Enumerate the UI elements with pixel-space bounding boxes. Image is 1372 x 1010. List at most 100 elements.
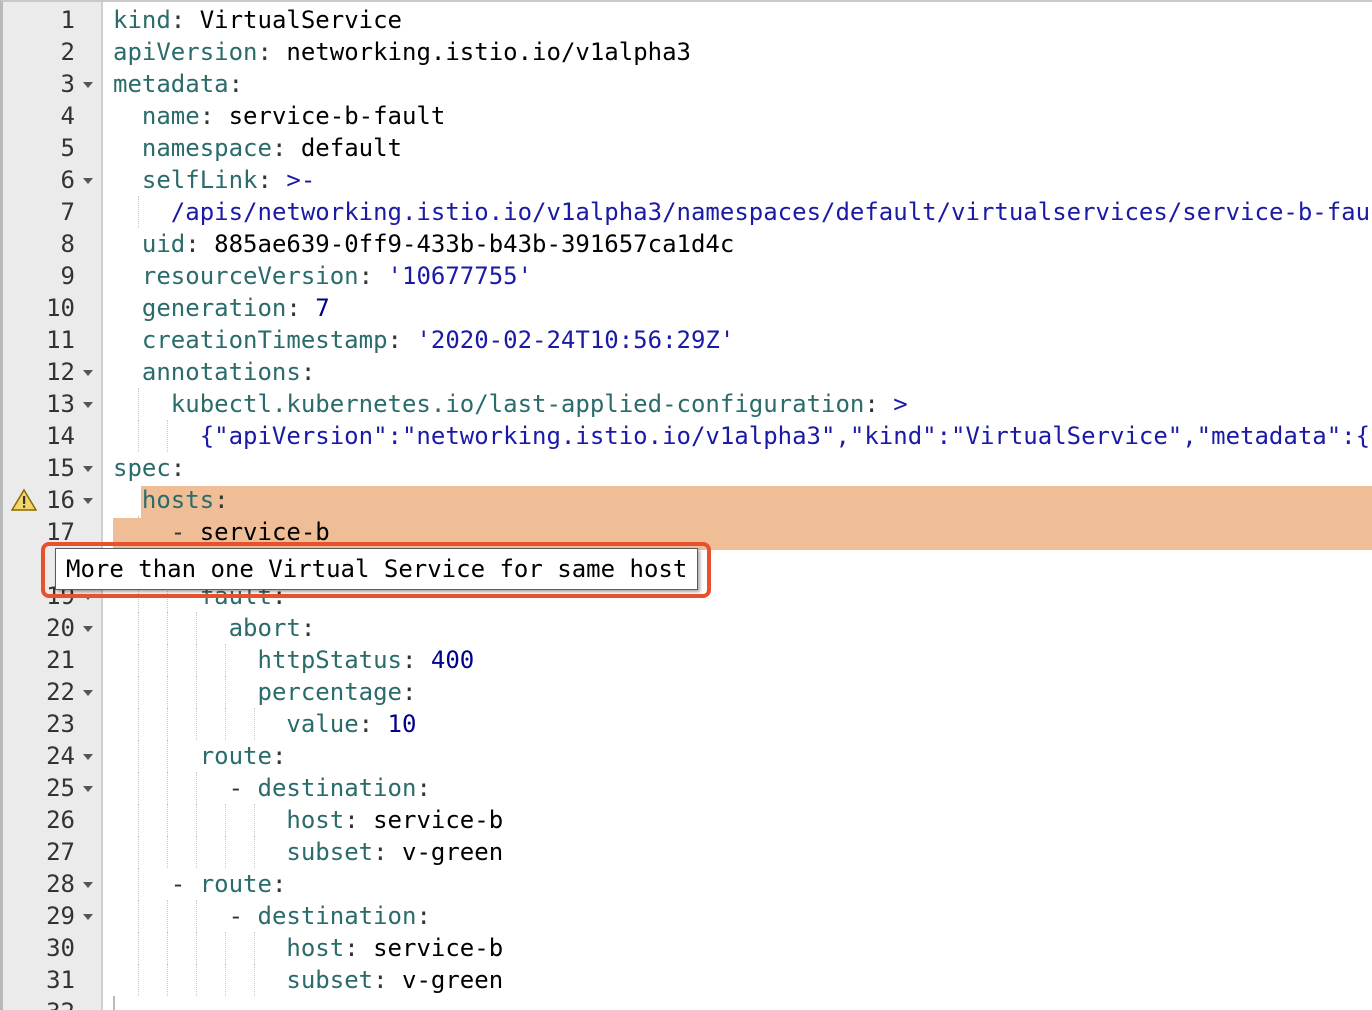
code-line[interactable]: subset: v-green	[286, 964, 503, 996]
yaml-punct: :	[286, 294, 316, 322]
fold-toggle-icon[interactable]	[83, 178, 93, 184]
code-line[interactable]: abort:	[229, 612, 316, 644]
indent-guide	[166, 676, 168, 708]
indent-guide	[137, 868, 139, 900]
line-number: 4	[60, 102, 75, 130]
yaml-str: '10677755'	[387, 262, 533, 290]
line-number: 20	[46, 614, 75, 642]
fold-toggle-icon[interactable]	[83, 914, 93, 920]
code-line[interactable]: uid: 885ae639-0ff9-433b-b43b-391657ca1d4…	[142, 228, 734, 260]
indent-guide	[137, 644, 139, 676]
gutter-line: 1	[3, 4, 101, 36]
yaml-num: 400	[430, 646, 475, 674]
yaml-punct: :	[271, 870, 287, 898]
code-line[interactable]: value: 10	[286, 708, 416, 740]
indent-guide	[195, 964, 197, 996]
indent-guide	[137, 612, 139, 644]
code-line[interactable]: subset: v-green	[286, 836, 503, 868]
indent-guide	[195, 804, 197, 836]
indent-guide	[137, 900, 139, 932]
code-line[interactable]: generation: 7	[142, 292, 330, 324]
line-number: 14	[46, 422, 75, 450]
yaml-punct: :	[185, 230, 215, 258]
indent-guide	[195, 900, 197, 932]
code-line[interactable]: - destination:	[229, 772, 431, 804]
code-line[interactable]: httpStatus: 400	[258, 644, 475, 676]
indent-guide	[166, 836, 168, 868]
code-line[interactable]: metadata:	[113, 68, 243, 100]
code-line[interactable]: apiVersion: networking.istio.io/v1alpha3	[113, 36, 691, 68]
code-line[interactable]: route:	[200, 740, 287, 772]
code-line[interactable]: annotations:	[142, 356, 315, 388]
line-number: 12	[46, 358, 75, 386]
yaml-punct: :	[271, 134, 301, 162]
yaml-key: value	[286, 710, 359, 738]
code-line[interactable]: - route:	[171, 868, 287, 900]
line-number: 11	[46, 326, 75, 354]
fold-toggle-icon[interactable]	[83, 882, 93, 888]
code-line[interactable]: percentage:	[258, 676, 417, 708]
yaml-punct: -	[170, 870, 200, 898]
gutter-line: 29	[3, 900, 101, 932]
yaml-punct: :	[416, 902, 431, 930]
yaml-num: 7	[315, 294, 330, 322]
fold-toggle-icon[interactable]	[83, 466, 93, 472]
code-line[interactable]: hosts:	[142, 484, 229, 516]
code-line[interactable]: {"apiVersion":"networking.istio.io/v1alp…	[200, 420, 1372, 452]
fold-toggle-icon[interactable]	[83, 498, 93, 504]
line-number: 7	[60, 198, 75, 226]
yaml-punct: :	[170, 454, 186, 482]
warning-icon[interactable]	[11, 488, 37, 512]
yaml-punct: :	[402, 646, 431, 674]
line-number: 8	[60, 230, 75, 258]
line-number: 32	[46, 996, 75, 1010]
yaml-punct: :	[358, 262, 388, 290]
code-area[interactable]: kind: VirtualService apiVersion: networki…	[113, 2, 1372, 1010]
code-line[interactable]: host: service-b	[286, 804, 503, 836]
indent-guide	[253, 836, 255, 868]
code-line[interactable]: kubectl.kubernetes.io/last-applied-confi…	[171, 388, 908, 420]
code-line[interactable]: - destination:	[229, 900, 431, 932]
code-line[interactable]: spec:	[113, 452, 185, 484]
line-number-gutter: 1 2 3 4 5 6 7 8 9 10 11 12 13 14 15 16 17 19 20 21 22 23 24 25 2…	[3, 2, 103, 1010]
code-line[interactable]: /apis/networking.istio.io/v1alpha3/names…	[171, 196, 1372, 228]
code-editor[interactable]: 1 2 3 4 5 6 7 8 9 10 11 12 13 14 15 16 17 19 20 21 22 23 24 25 2…	[0, 0, 1372, 1010]
yaml-punct: :	[387, 326, 417, 354]
gutter-line: 13	[3, 388, 101, 420]
gutter-line: 22	[3, 676, 101, 708]
yaml-key: route	[199, 870, 272, 898]
yaml-punct: :	[402, 678, 417, 706]
indent-guide	[137, 772, 139, 804]
yaml-key: spec	[113, 454, 171, 482]
code-line[interactable]: creationTimestamp: '2020-02-24T10:56:29Z…	[142, 324, 734, 356]
fold-toggle-icon[interactable]	[83, 786, 93, 792]
fold-toggle-icon[interactable]	[83, 370, 93, 376]
fold-toggle-icon[interactable]	[83, 626, 93, 632]
fold-toggle-icon[interactable]	[83, 690, 93, 696]
yaml-key: annotations	[141, 358, 301, 386]
code-line[interactable]: name: service-b-fault	[142, 100, 445, 132]
indent-guide	[166, 900, 168, 932]
code-line[interactable]: selfLink: >-	[142, 164, 315, 196]
yaml-punct: :	[199, 102, 229, 130]
yaml-val: service-b	[373, 806, 504, 834]
fold-toggle-icon[interactable]	[83, 402, 93, 408]
yaml-op: >-	[286, 166, 316, 194]
yaml-punct: :	[257, 38, 287, 66]
yaml-punct: :	[344, 806, 374, 834]
yaml-punct: :	[358, 710, 388, 738]
code-line[interactable]: namespace: default	[142, 132, 402, 164]
fold-toggle-icon[interactable]	[83, 82, 93, 88]
annotation-callout-box	[41, 542, 711, 598]
code-line[interactable]: kind: VirtualService	[113, 4, 402, 36]
yaml-key: host	[286, 806, 345, 834]
line-number: 31	[46, 966, 75, 994]
yaml-key: selfLink	[141, 166, 258, 194]
yaml-punct: :	[300, 614, 316, 642]
fold-toggle-icon[interactable]	[83, 754, 93, 760]
code-line[interactable]: resourceVersion: '10677755'	[142, 260, 532, 292]
code-line[interactable]: host: service-b	[286, 932, 503, 964]
indent-guide	[137, 196, 139, 228]
line-number: 6	[60, 166, 75, 194]
indent-guide	[195, 708, 197, 740]
